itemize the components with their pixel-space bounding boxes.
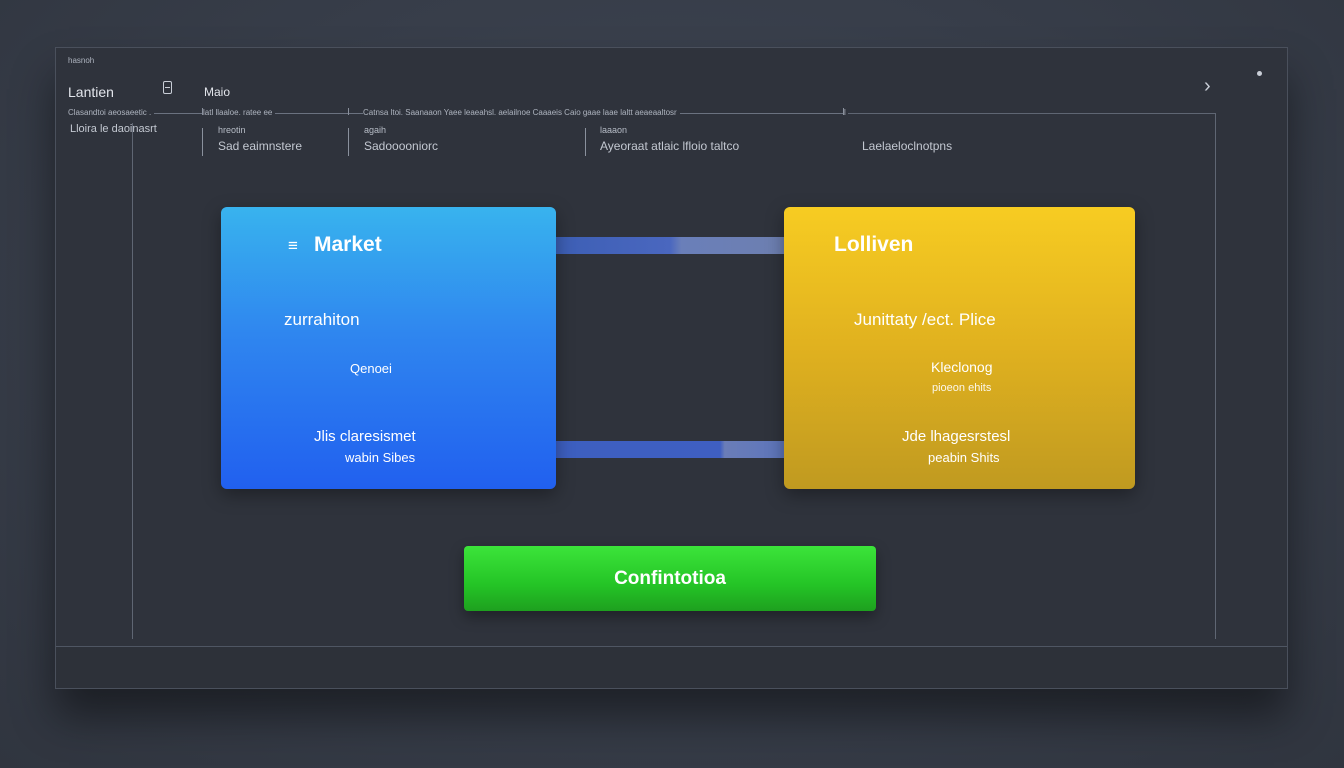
column-label: agaih xyxy=(364,125,387,135)
column-separator xyxy=(585,128,586,156)
card-line: Jde lhagesrstesl xyxy=(902,428,1011,445)
card-line: wabin Sibes xyxy=(345,450,416,465)
card-line: peabin Shits xyxy=(928,450,1000,465)
card-title: Lolliven xyxy=(834,233,914,256)
card-title: Market xyxy=(314,233,382,256)
window-title: Lantien xyxy=(68,84,114,100)
market-card[interactable]: ≡ Market zurrahiton Qenoei Jlis claresis… xyxy=(221,207,556,489)
connector-bar xyxy=(556,441,784,458)
column-separator xyxy=(348,128,349,156)
ruler-label: Clasandtoi aeosaeetic . xyxy=(68,108,155,117)
window-subtitle[interactable]: Maio xyxy=(204,85,230,99)
app-window: hasnoh Lantien Maio › Clasandtoi aeosaee… xyxy=(55,47,1288,689)
column-value[interactable]: Sad eaimnstere xyxy=(218,139,302,153)
card-line: Qenoei xyxy=(350,361,392,376)
card-line: Jlis claresismet xyxy=(314,428,416,445)
lolliven-card[interactable]: Lolliven Junittaty /ect. Plice Kleclonog… xyxy=(784,207,1135,489)
ruler-label: Catnsa ltoi. Saanaaon Yaee leaeahsl. ael… xyxy=(363,108,680,117)
chevron-right-icon[interactable]: › xyxy=(1204,76,1211,96)
frame-line xyxy=(132,123,133,639)
column-value[interactable]: Sadooooniorc xyxy=(364,139,438,153)
confirm-button[interactable]: Confintotioa xyxy=(464,546,876,611)
dot-icon[interactable] xyxy=(1257,71,1262,76)
ruler-label: latl llaaloe. ratee ee xyxy=(203,108,276,117)
card-line: pioeon ehits xyxy=(932,382,992,394)
frame-line xyxy=(848,113,1215,114)
column-label: laaaon xyxy=(600,125,628,135)
column-value: Lloira le daoinasrt xyxy=(70,123,157,135)
column-separator xyxy=(202,128,203,156)
window-caption: hasnoh xyxy=(68,56,95,65)
card-line: Kleclonog xyxy=(931,359,993,375)
column-value[interactable]: Laelaeloclnotpns xyxy=(862,139,952,153)
list-icon: ≡ xyxy=(288,236,298,255)
frame-line xyxy=(1215,113,1216,639)
card-line: zurrahiton xyxy=(284,310,360,329)
ruler-tick xyxy=(348,108,349,115)
column-value[interactable]: Ayeoraat atlaic lfloio taltco xyxy=(600,139,739,153)
connector-bar xyxy=(556,237,784,254)
card-line: Junittaty /ect. Plice xyxy=(854,310,996,329)
footer-bar xyxy=(56,646,1287,688)
document-icon[interactable] xyxy=(163,81,172,94)
column-label: hreotin xyxy=(218,125,246,135)
